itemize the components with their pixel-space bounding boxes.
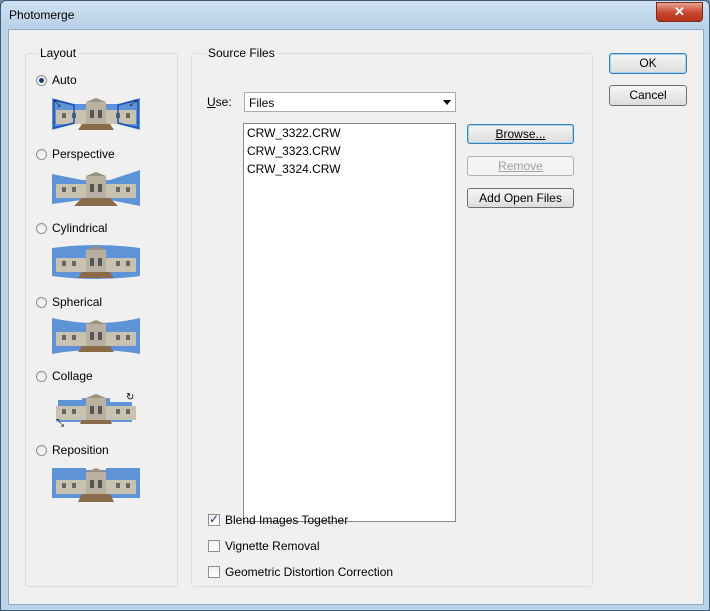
option-geometric-distortion-correction[interactable]: Geometric Distortion Correction	[208, 564, 393, 580]
remove-button[interactable]: Remove	[467, 156, 574, 176]
use-dropdown[interactable]: Files	[244, 92, 456, 112]
layout-radio-perspective[interactable]	[36, 148, 47, 160]
layout-radio-reposition[interactable]	[36, 444, 47, 456]
svg-text:↻: ↻	[126, 392, 134, 403]
layout-legend: Layout	[38, 46, 79, 60]
layout-group: Layout Auto ⤡ ⤢ Perspective Cylindrical Spher…	[25, 46, 178, 587]
layout-option-spherical[interactable]: Spherical	[36, 294, 102, 310]
layout-option-label: Collage	[52, 369, 93, 383]
layout-option-perspective[interactable]: Perspective	[36, 146, 115, 162]
title-bar[interactable]: Photomerge ✕	[1, 1, 709, 28]
layout-radio-spherical[interactable]	[36, 296, 47, 308]
layout-option-label: Spherical	[52, 295, 103, 309]
layout-radio-auto[interactable]	[36, 74, 47, 86]
checkbox[interactable]	[208, 540, 220, 552]
close-icon: ✕	[674, 4, 685, 19]
option-vignette-removal[interactable]: Vignette Removal	[208, 538, 320, 554]
use-label: Use:	[207, 95, 232, 109]
layout-radio-collage[interactable]	[36, 370, 47, 382]
spherical-layout-icon	[52, 318, 140, 354]
window-title: Photomerge	[9, 8, 75, 22]
checkbox-label: Vignette Removal	[225, 539, 320, 553]
layout-option-cylindrical[interactable]: Cylindrical	[36, 220, 107, 236]
option-blend-images-together[interactable]: Blend Images Together	[208, 512, 348, 528]
list-item[interactable]: CRW_3324.CRW	[244, 160, 455, 178]
checkbox[interactable]	[208, 512, 220, 526]
dialog-body: Layout Auto ⤡ ⤢ Perspective Cylindrical Spher…	[8, 29, 704, 605]
layout-option-label: Cylindrical	[52, 221, 108, 235]
source-files-legend: Source Files	[206, 46, 277, 60]
source-files-list[interactable]: CRW_3322.CRW CRW_3323.CRW CRW_3324.CRW	[243, 123, 456, 522]
add-open-files-button[interactable]: Add Open Files	[467, 188, 574, 208]
checkbox-label: Geometric Distortion Correction	[225, 565, 394, 579]
perspective-layout-icon	[52, 170, 140, 206]
chevron-down-icon[interactable]	[443, 100, 451, 105]
layout-option-label: Perspective	[52, 147, 115, 161]
auto-layout-icon: ⤡ ⤢	[52, 96, 140, 132]
svg-text:⤡: ⤡	[54, 99, 61, 108]
checkbox[interactable]	[208, 566, 220, 578]
layout-option-label: Auto	[52, 73, 77, 87]
layout-radio-cylindrical[interactable]	[36, 222, 47, 234]
list-item[interactable]: CRW_3323.CRW	[244, 142, 455, 160]
browse-button[interactable]: Browse...	[467, 124, 574, 144]
layout-option-auto[interactable]: Auto	[36, 72, 77, 88]
source-files-group: Source Files Use: Files CRW_3322.CRW CRW_…	[191, 46, 593, 587]
layout-option-label: Reposition	[52, 443, 109, 457]
use-dropdown-value: Files	[249, 96, 275, 110]
cancel-button[interactable]: Cancel	[609, 85, 687, 106]
ok-button[interactable]: OK	[609, 53, 687, 74]
collage-layout-icon: ⤡ ↻	[52, 392, 140, 429]
list-item[interactable]: CRW_3322.CRW	[244, 124, 455, 142]
layout-option-reposition[interactable]: Reposition	[36, 442, 109, 458]
cylindrical-layout-icon	[52, 244, 140, 280]
svg-text:⤢: ⤢	[129, 99, 136, 108]
close-button[interactable]: ✕	[656, 2, 703, 22]
layout-option-collage[interactable]: Collage	[36, 368, 93, 384]
photomerge-dialog: Photomerge ✕ Layout Auto ⤡ ⤢ Perspective Cyl…	[0, 0, 710, 611]
svg-text:⤡: ⤡	[56, 418, 64, 428]
checkbox-label: Blend Images Together	[225, 513, 349, 527]
reposition-layout-icon	[52, 466, 140, 502]
